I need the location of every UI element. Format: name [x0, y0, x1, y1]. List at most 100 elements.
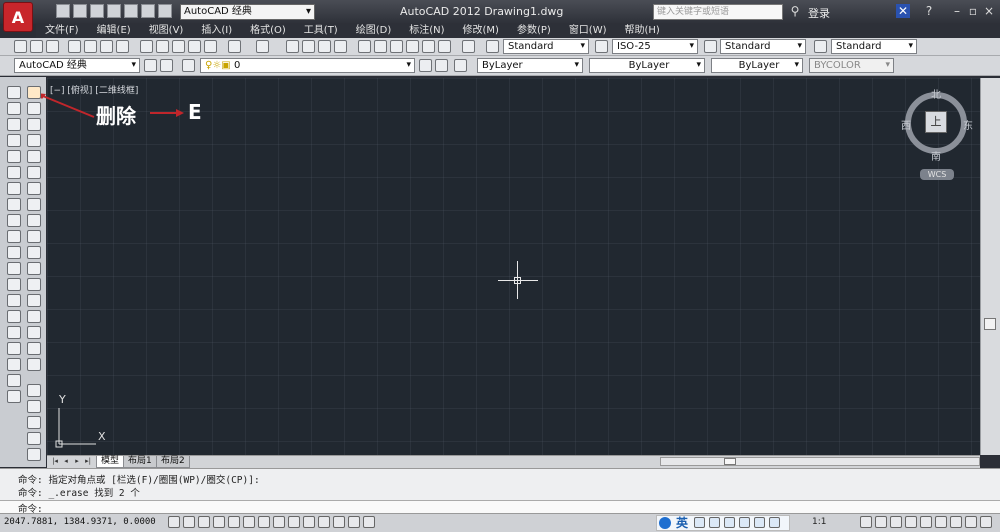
tab-model[interactable]: 模型 — [96, 456, 125, 468]
polygon-tool-icon[interactable] — [7, 134, 21, 147]
vertical-scrollbar[interactable] — [980, 78, 1000, 455]
ime-language-indicator[interactable]: 英 — [676, 514, 688, 531]
horizontal-scrollbar[interactable] — [660, 457, 980, 466]
polar-toggle-icon[interactable] — [228, 516, 240, 528]
infer-toggle-icon[interactable] — [168, 516, 180, 528]
fullscreen-icon[interactable] — [980, 516, 992, 528]
blend-tool-icon[interactable] — [27, 342, 41, 355]
ime-skin-icon[interactable] — [754, 517, 765, 528]
next-tab-icon[interactable]: ▸ — [72, 457, 82, 466]
draworder-front-tool-icon[interactable] — [27, 384, 41, 397]
draworder-below-tool-icon[interactable] — [27, 432, 41, 445]
ucs-y-label: Y — [59, 393, 66, 406]
polyline-tool-icon[interactable] — [7, 118, 21, 131]
lock-icon[interactable] — [950, 516, 962, 528]
text-front-tool-icon[interactable] — [27, 448, 41, 461]
cursor-coordinates: 2047.7881, 1384.9371, 0.0000 — [4, 517, 156, 527]
ime-punctuation-icon[interactable] — [694, 517, 705, 528]
ime-settings-icon[interactable] — [769, 517, 780, 528]
grid-toggle-icon[interactable] — [198, 516, 210, 528]
move-tool-icon[interactable] — [27, 166, 41, 179]
lwt-toggle-icon[interactable] — [318, 516, 330, 528]
viewcube-west[interactable]: 西 — [901, 117, 911, 132]
ducs-toggle-icon[interactable] — [288, 516, 300, 528]
osnap-toggle-icon[interactable] — [243, 516, 255, 528]
break-tool-icon[interactable] — [27, 278, 41, 291]
horizontal-scroll-thumb[interactable] — [724, 458, 736, 465]
auto-scale-icon[interactable] — [920, 516, 932, 528]
rectangle-tool-icon[interactable] — [7, 150, 21, 163]
trim-tool-icon[interactable] — [27, 230, 41, 243]
stretch-tool-icon[interactable] — [27, 214, 41, 227]
ime-logo-icon[interactable] — [659, 517, 671, 529]
rotate-tool-icon[interactable] — [27, 182, 41, 195]
3dosnap-toggle-icon[interactable] — [258, 516, 270, 528]
region-tool-icon[interactable] — [7, 342, 21, 355]
vertical-scroll-thumb[interactable] — [984, 318, 996, 330]
ime-user-icon[interactable] — [739, 517, 750, 528]
fillet-tool-icon[interactable] — [27, 326, 41, 339]
tpy-toggle-icon[interactable] — [333, 516, 345, 528]
gradient-tool-icon[interactable] — [7, 326, 21, 339]
quick-view-layouts-icon[interactable] — [875, 516, 887, 528]
quick-view-drawings-icon[interactable] — [890, 516, 902, 528]
viewcube-south[interactable]: 南 — [931, 148, 941, 163]
application-button[interactable]: A — [3, 2, 33, 32]
viewcube-top-face[interactable]: 上 — [925, 111, 947, 133]
ellipse-arc-tool-icon[interactable] — [7, 246, 21, 259]
annotation-shortcut-key: E — [188, 100, 202, 124]
offset-tool-icon[interactable] — [27, 134, 41, 147]
spline-tool-icon[interactable] — [7, 214, 21, 227]
break-at-point-tool-icon[interactable] — [27, 262, 41, 275]
workspace-switch-icon[interactable] — [935, 516, 947, 528]
revision-cloud-tool-icon[interactable] — [7, 198, 21, 211]
explode-tool-icon[interactable] — [27, 358, 41, 371]
tab-layout2[interactable]: 布局2 — [156, 456, 190, 468]
red-arrow-to-erase-tool — [37, 93, 95, 118]
clean-screen-icon[interactable] — [965, 516, 977, 528]
qp-toggle-icon[interactable] — [348, 516, 360, 528]
command-history-line: 命令: _.erase 找到 2 个 — [18, 488, 140, 499]
mtext-tool-icon[interactable] — [7, 374, 21, 387]
ellipse-tool-icon[interactable] — [7, 230, 21, 243]
annotation-scale[interactable]: 1:1 — [812, 517, 826, 527]
mirror-tool-icon[interactable] — [27, 118, 41, 131]
command-input[interactable]: 命令: — [0, 500, 1000, 515]
ucs-x-label: X — [98, 430, 106, 443]
wcs-menu[interactable]: WCS — [920, 169, 954, 180]
make-block-tool-icon[interactable] — [7, 278, 21, 291]
hatch-tool-icon[interactable] — [7, 310, 21, 323]
point-tool-icon[interactable] — [7, 294, 21, 307]
copy-tool-icon[interactable] — [27, 102, 41, 115]
annotation-visibility-icon[interactable] — [905, 516, 917, 528]
insert-block-tool-icon[interactable] — [7, 262, 21, 275]
sc-toggle-icon[interactable] — [363, 516, 375, 528]
erase-tool-icon[interactable] — [27, 86, 41, 99]
draworder-back-tool-icon[interactable] — [27, 400, 41, 413]
first-tab-icon[interactable]: |◂ — [50, 457, 60, 466]
otrack-toggle-icon[interactable] — [273, 516, 285, 528]
extend-tool-icon[interactable] — [27, 246, 41, 259]
model-space-icon[interactable] — [860, 516, 872, 528]
join-tool-icon[interactable] — [27, 294, 41, 307]
ime-keyboard-icon[interactable] — [724, 517, 735, 528]
ortho-toggle-icon[interactable] — [213, 516, 225, 528]
circle-tool-icon[interactable] — [7, 182, 21, 195]
viewcube-north[interactable]: 北 — [931, 86, 941, 101]
viewcube-east[interactable]: 东 — [963, 117, 973, 132]
tab-layout1[interactable]: 布局1 — [123, 456, 157, 468]
add-selected-tool-icon[interactable] — [7, 390, 21, 403]
chamfer-tool-icon[interactable] — [27, 310, 41, 323]
last-tab-icon[interactable]: ▸| — [83, 457, 93, 466]
line-tool-icon[interactable] — [7, 86, 21, 99]
array-tool-icon[interactable] — [27, 150, 41, 163]
ime-mic-icon[interactable] — [709, 517, 720, 528]
construction-line-tool-icon[interactable] — [7, 102, 21, 115]
scale-tool-icon[interactable] — [27, 198, 41, 211]
dyn-toggle-icon[interactable] — [303, 516, 315, 528]
snap-toggle-icon[interactable] — [183, 516, 195, 528]
prev-tab-icon[interactable]: ◂ — [61, 457, 71, 466]
arc-tool-icon[interactable] — [7, 166, 21, 179]
table-tool-icon[interactable] — [7, 358, 21, 371]
draworder-above-tool-icon[interactable] — [27, 416, 41, 429]
